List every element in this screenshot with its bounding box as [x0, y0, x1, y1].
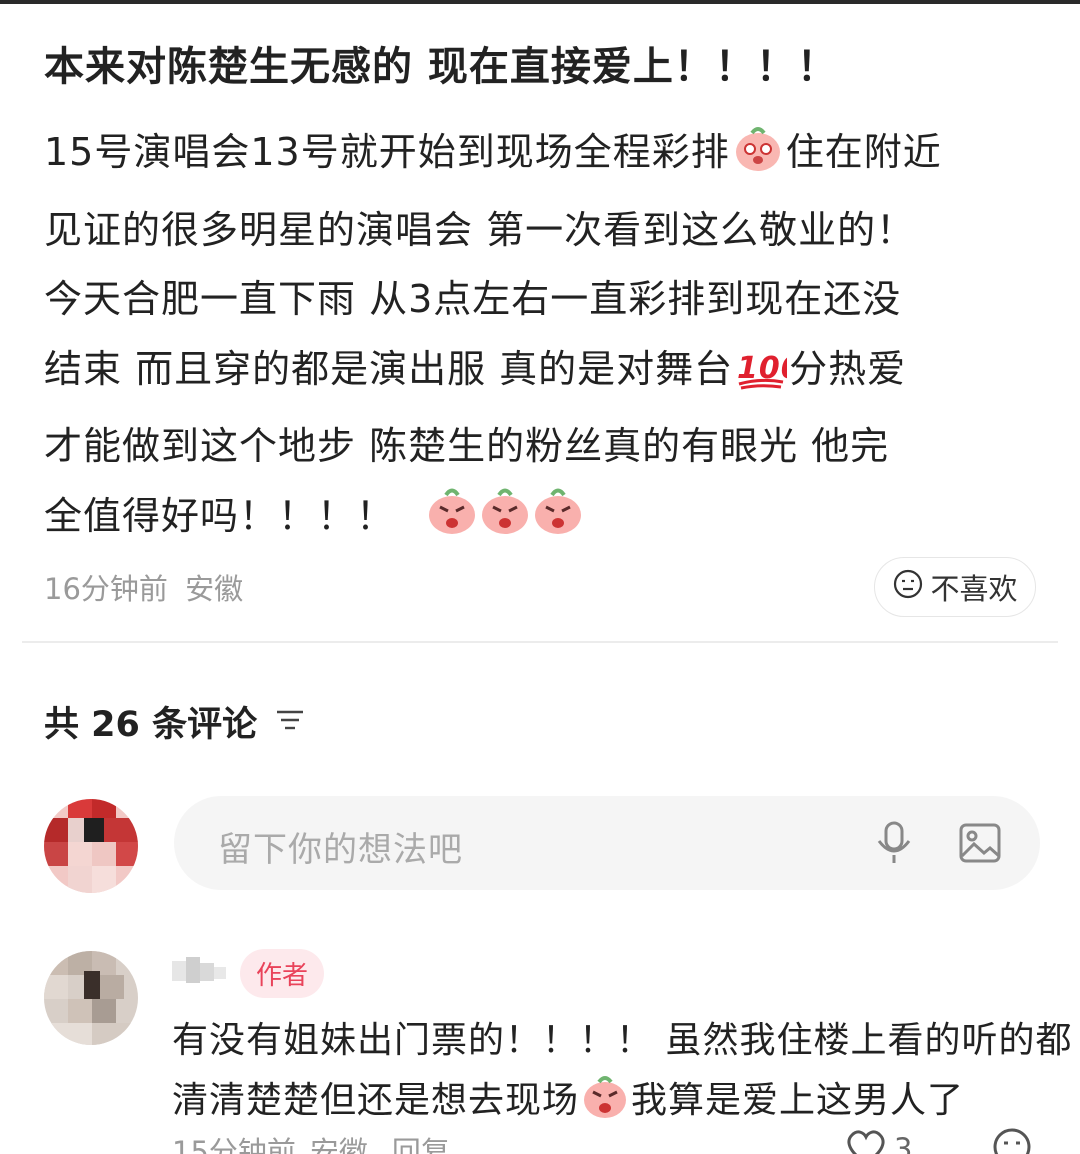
post-time: 16分钟前 — [44, 572, 168, 606]
like-button[interactable]: 3 — [844, 1127, 912, 1154]
divider — [22, 641, 1058, 643]
author-badge: 作者 — [240, 948, 325, 998]
dislike-face-icon[interactable] — [992, 1127, 1032, 1154]
avatar[interactable] — [44, 951, 138, 1045]
post-body: 15号演唱会13号就开始到现场全程彩排 住在附近 见证的很多明星的演唱会 第一次看… — [44, 118, 1044, 559]
comment-actions: 3 — [844, 1127, 1032, 1154]
post-title: 本来对陈楚生无感的 现在直接爱上！！！！ — [44, 44, 838, 90]
image-icon[interactable] — [958, 822, 1002, 868]
top-edge — [0, 0, 1080, 4]
post-meta: 16分钟前 安徽 — [44, 566, 251, 608]
dislike-label: 不喜欢 — [930, 572, 1018, 606]
angry-peach-emoji-icon — [426, 485, 586, 560]
heart-icon — [844, 1127, 888, 1154]
comment-input[interactable]: 留下你的想法吧 — [174, 796, 1040, 890]
post-body-line: 15号演唱会13号就开始到现场全程彩排 住在附近 — [44, 118, 1044, 196]
comment-location: 安徽 — [309, 1135, 368, 1154]
sort-icon[interactable] — [275, 702, 305, 742]
microphone-icon[interactable] — [874, 820, 914, 870]
comment-meta: 15分钟前 安徽 回复 — [172, 1129, 450, 1154]
comment-user: 作者 — [172, 945, 325, 1001]
username-blurred[interactable] — [172, 953, 228, 993]
crying-peach-emoji-icon — [732, 125, 784, 196]
post-body-line: 今天合肥一直下雨 从3点左右一直彩排到现在还没 — [44, 277, 902, 321]
dislike-button[interactable]: 不喜欢 — [874, 557, 1036, 617]
unhappy-face-icon — [892, 568, 924, 607]
post-body-line: 结束 而且穿的都是演出服 真的是对舞台100分热爱 — [44, 335, 1044, 413]
comment-text[interactable]: 有没有姐妹出门票的！！！！ 虽然我住楼上看的听的都 清清楚楚但还是想去现场 我算是… — [172, 1011, 1072, 1139]
post-body-line: 见证的很多明星的演唱会 第一次看到这么敬业的！ — [44, 207, 916, 252]
comments-count-header[interactable]: 共 26 条评论 — [44, 696, 305, 747]
hundred-points-icon: 100 — [735, 343, 802, 413]
post-body-line: 才能做到这个地步 陈楚生的粉丝真的有眼光 他完 — [44, 424, 890, 468]
post-location: 安徽 — [185, 572, 244, 606]
comment-time: 15分钟前 — [172, 1135, 296, 1154]
avatar[interactable] — [44, 796, 138, 896]
reply-button[interactable]: 回复 — [392, 1129, 450, 1154]
like-count: 3 — [894, 1132, 913, 1154]
comment-input-row: 留下你的想法吧 — [44, 796, 1044, 896]
comments-count: 共 26 条评论 — [44, 705, 258, 745]
post: 本来对陈楚生无感的 现在直接爱上！！！！ 15号演唱会13号就开始到现场全程彩排… — [44, 36, 1044, 559]
comment-input-placeholder: 留下你的想法吧 — [218, 830, 463, 870]
post-body-line: 全值得好吗！！！！ — [44, 482, 1044, 560]
angry-peach-emoji-icon — [581, 1074, 629, 1139]
